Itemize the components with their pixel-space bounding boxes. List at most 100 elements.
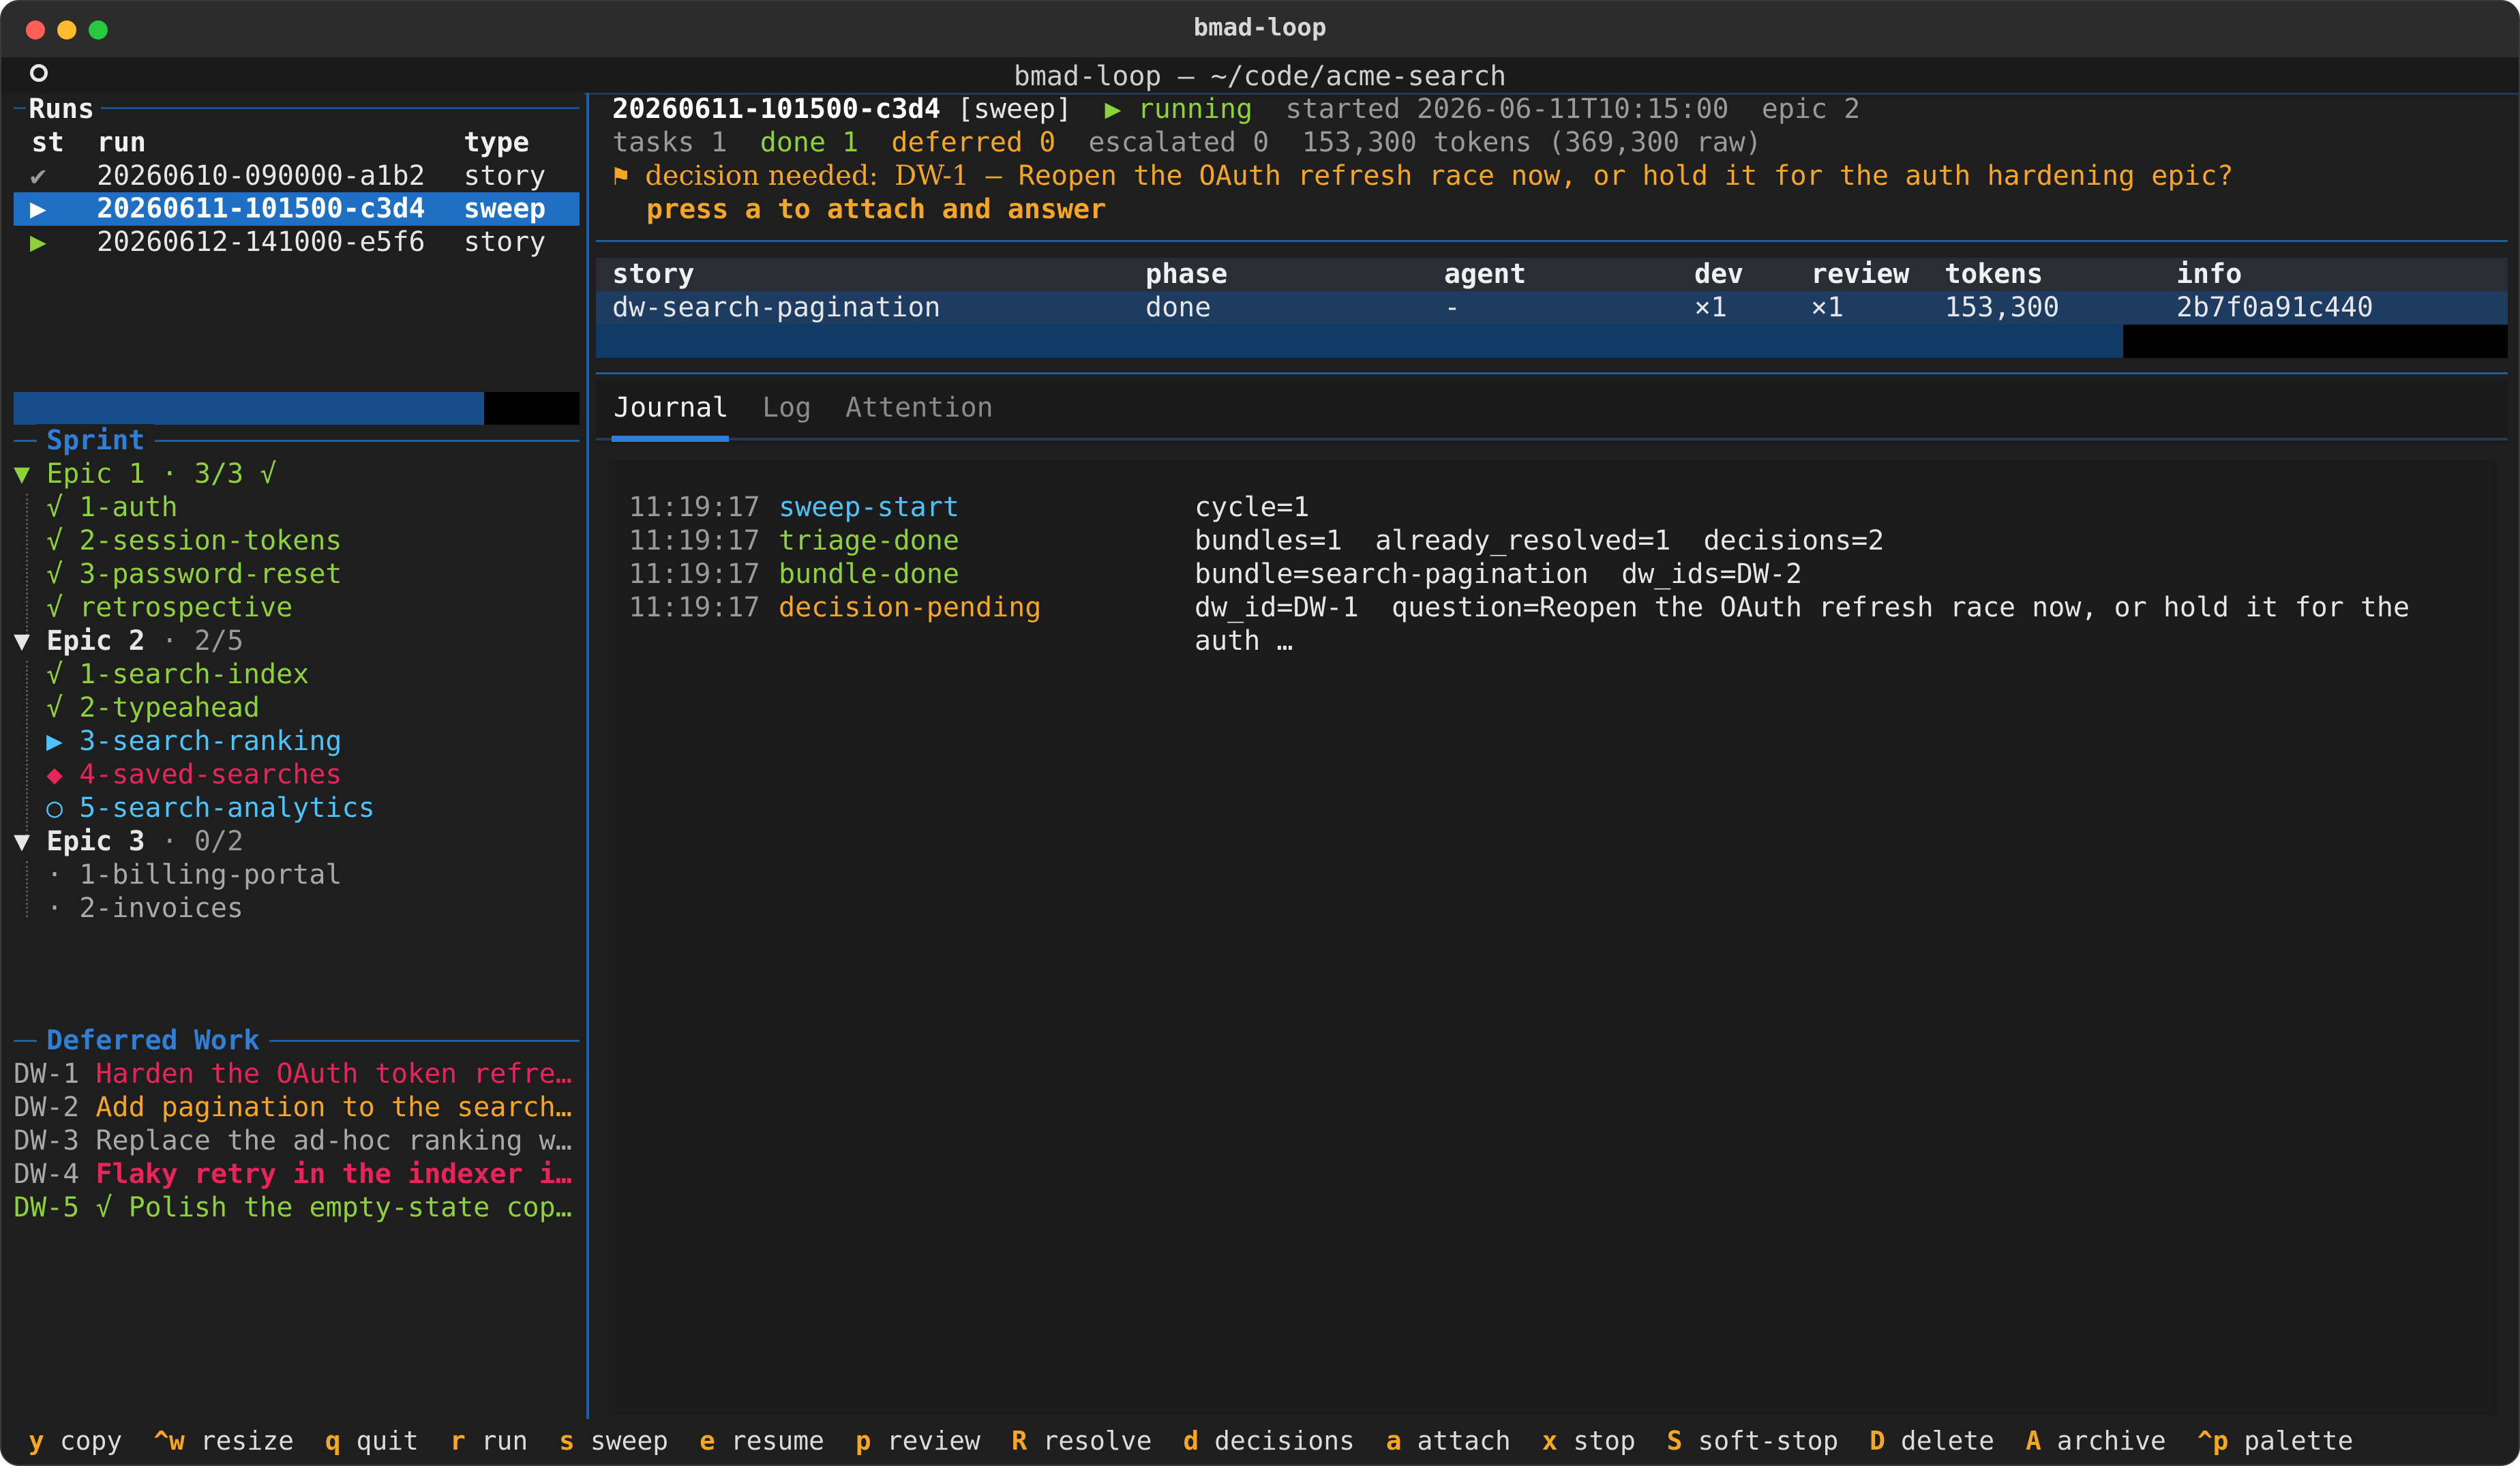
key-sweep[interactable]: s sweep <box>559 1426 668 1456</box>
story-item[interactable]: √ 1-auth <box>46 491 178 524</box>
panel-divider[interactable] <box>586 93 589 1422</box>
story-item[interactable]: √ 2-typeahead <box>46 691 260 725</box>
col-story[interactable]: story <box>612 258 694 291</box>
runs-scrollbar[interactable] <box>14 392 484 425</box>
table-rule <box>596 372 2508 374</box>
key-resize[interactable]: ^w resize <box>153 1426 294 1456</box>
flag-icon: ⚑ <box>612 160 629 192</box>
cell-agent: - <box>1444 292 1461 323</box>
keybinding-footer: y copy ^w resize q quit r run s sweep e … <box>1 1419 2519 1465</box>
journal-detail: bundles=1 already_resolved=1 decisions=2 <box>1195 525 1885 556</box>
story-item[interactable]: ◆ 4-saved-searches <box>46 758 342 792</box>
decision-prefix: decision needed: <box>645 160 879 192</box>
diamond-icon: ◆ <box>46 759 63 790</box>
journal-time: 11:19:17 <box>629 558 760 590</box>
tab-log[interactable]: Log <box>762 391 811 425</box>
key-quit[interactable]: q quit <box>325 1426 419 1456</box>
col-dev[interactable]: dev <box>1694 258 1743 291</box>
key-stop[interactable]: x stop <box>1542 1426 1636 1456</box>
journal-event: bundle-done <box>779 558 959 590</box>
story-item[interactable]: √ retrospective <box>46 591 292 625</box>
story-item[interactable]: · 1-billing-portal <box>46 858 342 892</box>
key-run[interactable]: r run <box>450 1426 528 1456</box>
story-item[interactable]: √ 1-search-index <box>46 658 309 691</box>
epic-2-header[interactable]: ▼ Epic 2 · 2/5 <box>14 625 243 658</box>
run-id: 20260612-141000-e5f6 <box>97 226 425 258</box>
story-label: 5-search-analytics <box>79 792 375 824</box>
key-copy[interactable]: y copy <box>29 1426 122 1456</box>
deferred-item[interactable]: DW-2 Add pagination to the search… <box>14 1091 580 1124</box>
run-detail-id: 20260611-101500-c3d4 <box>612 93 941 125</box>
key-archive[interactable]: A archive <box>2026 1426 2166 1456</box>
epic-3-header[interactable]: ▼ Epic 3 · 0/2 <box>14 825 243 858</box>
runs-header-type[interactable]: type <box>464 126 529 160</box>
deferred-text: Harden the OAuth token refre… <box>95 1058 572 1090</box>
dot-icon: · <box>46 893 63 924</box>
table-scrollbar-end <box>2123 325 2508 358</box>
story-item[interactable]: ○ 5-search-analytics <box>46 792 375 825</box>
col-review[interactable]: review <box>1811 258 1910 291</box>
check-icon: √ <box>46 692 63 723</box>
deferred-title: Deferred Work <box>37 1024 270 1058</box>
table-scrollbar[interactable] <box>596 325 2123 358</box>
run-header-line: 20260611-101500-c3d4 [sweep] ▶ running s… <box>612 93 1860 126</box>
col-agent[interactable]: agent <box>1444 258 1526 291</box>
deferred-id: DW-5 <box>14 1192 80 1223</box>
key-resume[interactable]: e resume <box>700 1426 824 1456</box>
col-info[interactable]: info <box>2176 258 2242 291</box>
cell-story: dw-search-pagination <box>612 292 941 323</box>
tree-guide <box>26 494 30 635</box>
journal-time: 11:19:17 <box>629 492 760 523</box>
story-label: 2-invoices <box>79 893 244 924</box>
deferred-text: Flaky retry in the indexer i… <box>95 1158 572 1190</box>
decision-banner[interactable]: ⚑ decision needed: DW-1 — Reopen the OAu… <box>612 160 2234 193</box>
story-label: 3-search-ranking <box>79 725 342 757</box>
journal-time: 11:19:17 <box>629 525 760 556</box>
stat-done: done 1 <box>760 127 859 158</box>
deferred-text: Add pagination to the search… <box>95 1092 572 1123</box>
story-item[interactable]: · 2-invoices <box>46 892 243 925</box>
stat-tasks: tasks 1 <box>612 127 728 158</box>
run-type: sweep <box>464 193 546 224</box>
status-running-icon: ▶ <box>30 193 47 224</box>
deferred-text: √ Polish the empty-state cop… <box>95 1192 572 1223</box>
key-attach[interactable]: a attach <box>1386 1426 1511 1456</box>
keybinding-list: y copy ^w resize q quit r run s sweep e … <box>29 1424 2353 1458</box>
epic-label: Epic 3 <box>46 826 145 857</box>
tab-attention[interactable]: Attention <box>845 391 993 425</box>
story-label: retrospective <box>79 592 293 623</box>
key-soft-stop[interactable]: S soft-stop <box>1667 1426 1839 1456</box>
col-tokens[interactable]: tokens <box>1945 258 2043 291</box>
key-resolve[interactable]: R resolve <box>1012 1426 1152 1456</box>
col-phase[interactable]: phase <box>1145 258 1227 291</box>
story-label: 4-saved-searches <box>79 759 342 790</box>
deferred-item[interactable]: DW-4 Flaky retry in the indexer i… <box>14 1158 580 1191</box>
status-done-icon: ✔ <box>30 160 47 192</box>
epic-1-header[interactable]: ▼ Epic 1 · 3/3 √ <box>14 458 276 491</box>
tab-journal[interactable]: Journal <box>614 391 729 425</box>
deferred-item[interactable]: DW-3 Replace the ad-hoc ranking w… <box>14 1124 580 1158</box>
runs-header-st[interactable]: st <box>31 126 64 160</box>
attach-hint: press a to attach and answer <box>646 194 1107 225</box>
journal-time: 11:19:17 <box>629 592 760 623</box>
cell-info: 2b7f0a91c440 <box>2176 292 2373 323</box>
tree-guide <box>26 861 30 917</box>
deferred-item[interactable]: DW-5 √ Polish the empty-state cop… <box>14 1191 580 1225</box>
runs-header-run[interactable]: run <box>97 126 146 160</box>
deferred-item[interactable]: DW-1 Harden the OAuth token refre… <box>14 1058 580 1091</box>
check-icon: √ <box>46 492 63 523</box>
key-delete[interactable]: D delete <box>1870 1426 1994 1456</box>
epic-progress: · 0/2 <box>145 826 244 857</box>
title-bar: bmad-loop <box>1 1 2519 59</box>
key-decisions[interactable]: d decisions <box>1183 1426 1355 1456</box>
key-review[interactable]: p review <box>856 1426 980 1456</box>
story-item[interactable]: √ 2-session-tokens <box>46 524 342 558</box>
decision-text: — Reopen the OAuth refresh race now, or … <box>969 160 2234 192</box>
key-palette[interactable]: ^p palette <box>2198 1426 2354 1456</box>
story-item[interactable]: ▶ 3-search-ranking <box>46 725 342 758</box>
story-label: 3-password-reset <box>79 558 342 590</box>
check-icon: √ <box>46 525 63 556</box>
story-item[interactable]: √ 3-password-reset <box>46 558 342 591</box>
story-label: 1-auth <box>79 492 178 523</box>
status-running-icon: ▶ <box>30 226 47 258</box>
